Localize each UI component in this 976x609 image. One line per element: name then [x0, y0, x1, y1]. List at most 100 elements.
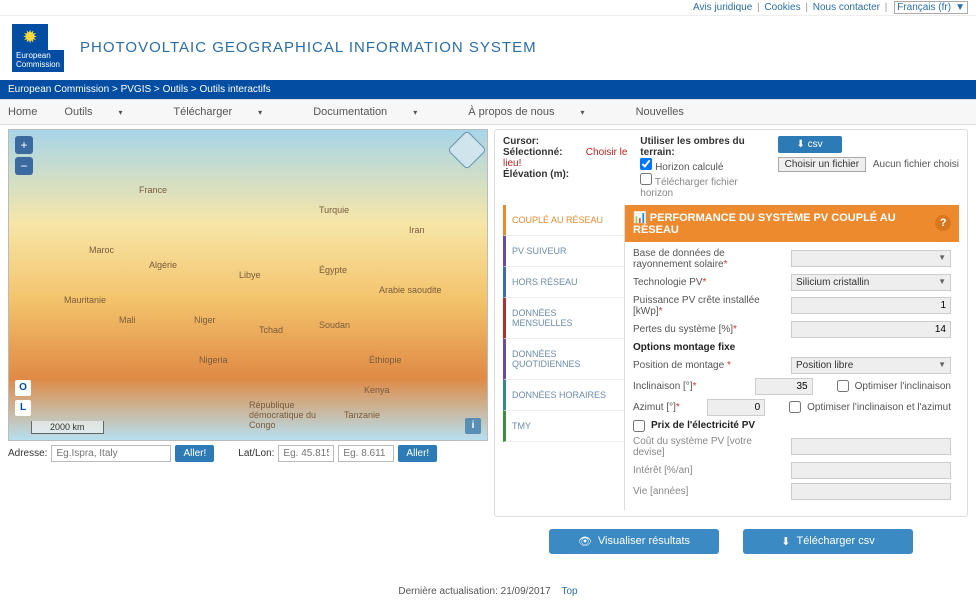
tech-select[interactable]: Silicium cristallin	[791, 274, 951, 291]
lat-input[interactable]	[278, 445, 334, 462]
tech-label: Technologie PV*	[633, 277, 785, 288]
nav-home[interactable]: Home	[8, 106, 37, 118]
map-label: France	[139, 185, 167, 195]
main-nav: Home Outils▾ Télécharger▾ Documentation▾…	[0, 99, 976, 125]
map-label: Tanzanie	[344, 410, 380, 420]
map-label: Égypte	[319, 265, 347, 275]
lon-input[interactable]	[338, 445, 394, 462]
price-label: Prix de l'électricité PV	[651, 420, 951, 431]
map-label: Tchad	[259, 325, 283, 335]
download-horizon-checkbox[interactable]	[640, 173, 652, 185]
db-select[interactable]	[791, 250, 951, 267]
help-icon[interactable]: ?	[935, 215, 951, 231]
tab-daily[interactable]: DONNÉES QUOTIDIENNES	[503, 339, 624, 380]
peak-label: Puissance PV crête installée [kWp]*	[633, 295, 785, 317]
map-label: Kenya	[364, 385, 390, 395]
nav-telecharger[interactable]: Télécharger▾	[173, 106, 286, 118]
top-link[interactable]: Top	[561, 586, 577, 597]
life-input[interactable]	[791, 483, 951, 500]
zoom-in-button[interactable]: +	[15, 136, 33, 154]
slope-input[interactable]	[755, 378, 813, 395]
map-label: Libye	[239, 270, 261, 280]
loss-input[interactable]	[791, 321, 951, 338]
csv-button[interactable]: ⬇ csv	[778, 136, 842, 153]
elevation-label: Élévation (m):	[503, 169, 583, 180]
opt-both-checkbox[interactable]	[789, 401, 801, 413]
peak-input[interactable]	[791, 297, 951, 314]
layers-icon[interactable]	[447, 130, 487, 170]
download-icon: ⬇	[781, 535, 790, 548]
page-footer: Dernière actualisation: 21/09/2017 Top	[0, 562, 976, 609]
tab-tmy[interactable]: TMY	[503, 411, 624, 442]
bc-ec[interactable]: European Commission	[8, 84, 109, 95]
nav-apropos[interactable]: À propos de nous▾	[468, 106, 608, 118]
bc-outils[interactable]: Outils	[163, 84, 189, 95]
mount-pos-select[interactable]: Position libre	[791, 357, 951, 374]
tab-hourly[interactable]: DONNÉES HORAIRES	[503, 380, 624, 411]
map-l-button[interactable]: L	[15, 400, 31, 416]
horizon-calc-checkbox[interactable]	[640, 158, 652, 170]
map-label: Mauritanie	[64, 295, 106, 305]
cursor-label: Cursor:	[503, 136, 583, 147]
language-selector[interactable]: Français (fr)▼	[894, 1, 968, 14]
bc-pvgis[interactable]: PVGIS	[121, 84, 152, 95]
address-input[interactable]	[51, 445, 171, 462]
interest-label: Intérêt [%/an]	[633, 465, 785, 476]
latlon-go-button[interactable]: Aller!	[398, 445, 437, 462]
address-go-button[interactable]: Aller!	[175, 445, 214, 462]
map-label: République démocratique du Congo	[249, 400, 319, 430]
price-checkbox[interactable]	[633, 420, 645, 432]
address-label: Adresse:	[8, 448, 47, 459]
tool-tabs: COUPLÉ AU RÉSEAU PV SUIVEUR HORS RÉSEAU …	[503, 205, 625, 510]
site-header: ✹ EuropeanCommission PHOTOVOLTAIC GEOGRA…	[0, 16, 976, 80]
map-view[interactable]: + − O L i 2000 km Algérie Libye Égypte M…	[8, 129, 488, 441]
page-title: PHOTOVOLTAIC GEOGRAPHICAL INFORMATION SY…	[80, 39, 537, 56]
tab-tracking[interactable]: PV SUIVEUR	[503, 236, 624, 267]
download-csv-button[interactable]: ⬇Télécharger csv	[743, 529, 913, 554]
mount-pos-label: Position de montage *	[633, 360, 785, 371]
ec-logo: ✹ EuropeanCommission	[12, 24, 80, 72]
top-links: Avis juridique | Cookies | Nous contacte…	[0, 0, 976, 16]
cost-input[interactable]	[791, 438, 951, 455]
map-o-button[interactable]: O	[15, 380, 31, 396]
view-results-button[interactable]: 👁Visualiser résultats	[549, 529, 719, 554]
map-label: Iran	[409, 225, 425, 235]
mount-opts-label: Options montage fixe	[633, 342, 951, 353]
map-label: Soudan	[319, 320, 350, 330]
legal-link[interactable]: Avis juridique	[693, 2, 752, 13]
selected-label: Sélectionné:	[503, 147, 583, 158]
zoom-out-button[interactable]: −	[15, 157, 33, 175]
map-scale: 2000 km	[31, 421, 104, 434]
azimuth-label: Azimut [°]*	[633, 402, 701, 413]
map-label: Mali	[119, 315, 136, 325]
contact-link[interactable]: Nous contacter	[813, 2, 880, 13]
no-file-label: Aucun fichier choisi	[873, 159, 959, 170]
eye-icon: 👁	[578, 535, 592, 548]
choose-file-button[interactable]: Choisir un fichier	[778, 157, 866, 172]
db-label: Base de données de rayonnement solaire*	[633, 248, 785, 270]
nav-outils[interactable]: Outils▾	[64, 106, 146, 118]
map-label: Éthiopie	[369, 355, 402, 365]
map-label: Algérie	[149, 260, 177, 270]
eu-stars-icon: ✹	[22, 27, 37, 48]
latlon-label: Lat/Lon:	[238, 448, 274, 459]
map-label: Nigeria	[199, 355, 228, 365]
slope-label: Inclinaison [°]*	[633, 381, 749, 392]
interest-input[interactable]	[791, 462, 951, 479]
loss-label: Pertes du système [%]*	[633, 324, 785, 335]
life-label: Vie [années]	[633, 486, 785, 497]
azimuth-input[interactable]	[707, 399, 765, 416]
tab-grid[interactable]: COUPLÉ AU RÉSEAU	[503, 205, 624, 236]
map-label: Arabie saoudite	[379, 285, 442, 295]
map-label: Niger	[194, 315, 216, 325]
tab-offgrid[interactable]: HORS RÉSEAU	[503, 267, 624, 298]
tab-monthly[interactable]: DONNÉES MENSUELLES	[503, 298, 624, 339]
cost-label: Coût du système PV [votre devise]	[633, 436, 785, 458]
panel-header: 📊 PERFORMANCE DU SYSTÈME PV COUPLÉ AU RÉ…	[625, 205, 959, 242]
nav-documentation[interactable]: Documentation▾	[313, 106, 441, 118]
opt-slope-checkbox[interactable]	[837, 380, 849, 392]
nav-nouvelles[interactable]: Nouvelles	[636, 106, 684, 118]
cookies-link[interactable]: Cookies	[764, 2, 800, 13]
map-info-button[interactable]: i	[465, 418, 481, 434]
shadows-label: Utiliser les ombres du terrain:	[640, 136, 769, 158]
